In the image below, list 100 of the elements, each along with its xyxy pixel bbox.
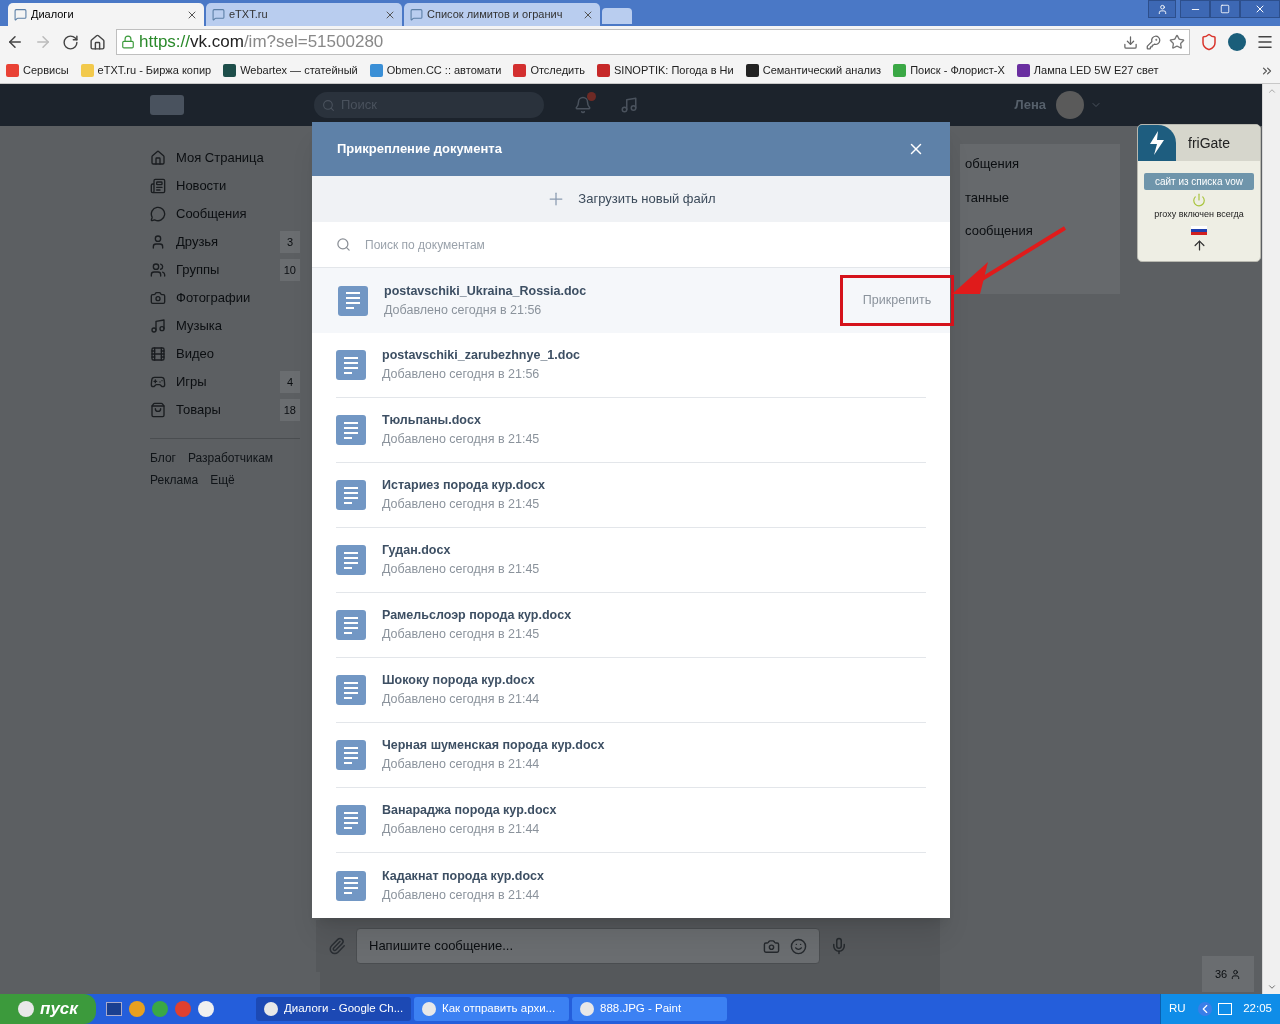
bookmark-icon <box>1016 64 1030 77</box>
home-icon[interactable] <box>89 33 106 51</box>
sidebar-item[interactable]: Фотографии <box>150 284 300 312</box>
sidebar-icon <box>150 234 166 250</box>
footer-link[interactable]: Реклама <box>150 471 199 489</box>
lock-icon <box>121 35 135 49</box>
document-name: Кадакнат порода кур.docx <box>382 867 545 885</box>
microphone-icon[interactable] <box>830 937 848 955</box>
maximize-icon <box>1220 4 1230 14</box>
proxy-status-text: proxy включен всегда <box>1154 208 1244 221</box>
sidebar-item[interactable]: Сообщения <box>150 200 300 228</box>
browser-tab[interactable]: Список лимитов и огранич <box>404 3 600 26</box>
document-row[interactable]: Истариез порода кур.docx Добавлено сегодня в 21:45 <box>312 463 950 528</box>
footer-link[interactable]: Блог <box>150 449 176 467</box>
shield-icon[interactable] <box>1200 33 1218 51</box>
url-text: https://vk.com/im?sel=51500280 <box>139 31 384 54</box>
document-icon <box>336 545 366 575</box>
filter-item[interactable]: сообщения <box>965 221 1120 241</box>
document-icon <box>336 870 366 901</box>
sidebar-icon <box>150 262 166 278</box>
document-row[interactable]: Рамельслоэр порода кур.docx Добавлено сегодня в 21:45 <box>312 593 950 658</box>
taskbar-task[interactable]: Как отправить архи... <box>414 997 569 1021</box>
bookmark[interactable]: Поиск - Флорист-Х <box>893 62 1005 79</box>
star-icon[interactable] <box>1169 34 1185 50</box>
sidebar-item[interactable]: Музыка <box>150 312 300 340</box>
bookmark[interactable]: Лампа LED 5W E27 свет <box>1016 62 1159 79</box>
bookmark[interactable]: eTXT.ru - Биржа копир <box>80 62 212 79</box>
back-icon[interactable] <box>6 33 24 51</box>
bookmark[interactable]: Отследить <box>513 62 585 79</box>
close-icon <box>1254 3 1266 15</box>
tab-title: eTXT.ru <box>229 7 269 23</box>
footer-link[interactable]: Разработчикам <box>187 449 274 467</box>
bookmark-icon <box>6 64 19 77</box>
bookmark[interactable]: Obmen.CC :: автомати <box>369 62 502 79</box>
download-icon[interactable] <box>1123 34 1138 50</box>
document-date: Добавлено сегодня в 21:45 <box>382 496 541 513</box>
desktop-icon[interactable] <box>106 1002 122 1016</box>
user-name[interactable]: Лена <box>1014 95 1046 115</box>
address-field[interactable]: https://vk.com/im?sel=51500280 <box>116 29 1190 55</box>
message-field[interactable]: Напишите сообщение... <box>356 928 820 964</box>
network-icon[interactable] <box>1217 1003 1232 1015</box>
app-icon[interactable] <box>129 1001 145 1017</box>
bookmark[interactable]: Сервисы <box>6 62 69 79</box>
upload-file-button[interactable]: Загрузить новый файл <box>312 176 950 222</box>
sidebar-item[interactable]: Моя Страница <box>150 144 300 172</box>
start-button[interactable]: пуск <box>0 994 96 1024</box>
search-icon <box>336 237 351 252</box>
filter-item[interactable]: танные <box>965 187 1120 207</box>
avatar[interactable] <box>1056 91 1084 119</box>
online-counter[interactable]: 36 <box>1202 956 1254 992</box>
bookmark[interactable]: Webartex — статейный <box>223 62 358 79</box>
sidebar-icon <box>150 178 166 194</box>
sidebar-item[interactable]: Группы 10 <box>150 256 300 284</box>
document-row[interactable]: Гудан.docx Добавлено сегодня в 21:45 <box>312 528 950 593</box>
browser-tab[interactable]: Диалоги <box>8 3 204 26</box>
sidebar-icon <box>150 150 166 166</box>
sidebar-item[interactable]: Видео <box>150 340 300 368</box>
document-name: Черная шуменская порода кур.docx <box>382 737 606 755</box>
bookmark[interactable]: Семантический анализ <box>745 62 882 79</box>
filter-item[interactable]: общения <box>965 154 1120 174</box>
menu-icon[interactable] <box>1256 33 1274 51</box>
sidebar-icon <box>150 346 166 362</box>
bookmark-icon <box>513 64 527 77</box>
document-icon <box>336 675 366 705</box>
taskbar-task[interactable]: 888.JPG - Paint <box>572 997 727 1021</box>
sidebar-item[interactable]: Товары 18 <box>150 396 300 424</box>
attach-icon[interactable] <box>328 937 346 955</box>
browser-tab[interactable]: eTXT.ru <box>206 3 402 26</box>
camera-icon[interactable] <box>763 937 780 955</box>
count-badge: 4 <box>280 371 300 393</box>
language-indicator[interactable]: RU <box>1169 1000 1186 1018</box>
reload-icon[interactable] <box>62 33 79 51</box>
music-icon[interactable] <box>620 96 638 114</box>
scrollbar[interactable] <box>1262 84 1280 994</box>
document-row[interactable]: Тюльпаны.docx Добавлено сегодня в 21:45 <box>312 398 950 463</box>
notification-icon[interactable] <box>574 96 592 114</box>
close-button[interactable] <box>1240 0 1280 18</box>
document-row[interactable]: Ванараджа порода кур.docx Добавлено сегодня в 21:44 <box>312 788 950 853</box>
key-icon[interactable] <box>1146 34 1161 50</box>
footer-link[interactable]: Ещё <box>210 471 235 489</box>
bookmark-icon <box>893 64 907 77</box>
sidebar-item[interactable]: Друзья 3 <box>150 228 300 256</box>
document-row[interactable]: Черная шуменская порода кур.docx Добавлено сегодня в 21:44 <box>312 723 950 788</box>
sidebar-item[interactable]: Новости <box>150 172 300 200</box>
document-row[interactable]: Шококу порода кур.docx Добавлено сегодня в 21:44 <box>312 658 950 723</box>
expand-tray-icon[interactable] <box>1197 1002 1212 1016</box>
taskbar-task[interactable]: Диалоги - Google Ch... <box>256 997 411 1021</box>
app-icon <box>422 1002 436 1016</box>
emoji-icon[interactable] <box>790 937 807 955</box>
flag-icon <box>1191 225 1207 235</box>
bookmark[interactable]: SINOPTIK: Погода в Ни <box>597 62 734 79</box>
maximize-button[interactable] <box>1210 0 1240 18</box>
attach-button[interactable]: Прикрепить <box>858 287 936 314</box>
sidebar-item[interactable]: Игры 4 <box>150 368 300 396</box>
scroll-down-icon[interactable] <box>1266 982 1277 992</box>
document-row[interactable]: postavschiki_zarubezhnye_1.doc Добавлено сегодня в 21:56 <box>312 333 950 398</box>
profile-button[interactable] <box>1148 0 1176 18</box>
document-icon <box>336 805 366 835</box>
tab-favicon-icon <box>410 8 423 21</box>
document-row[interactable]: Кадакнат порода кур.docx Добавлено сегодня в 21:44 <box>312 853 950 918</box>
